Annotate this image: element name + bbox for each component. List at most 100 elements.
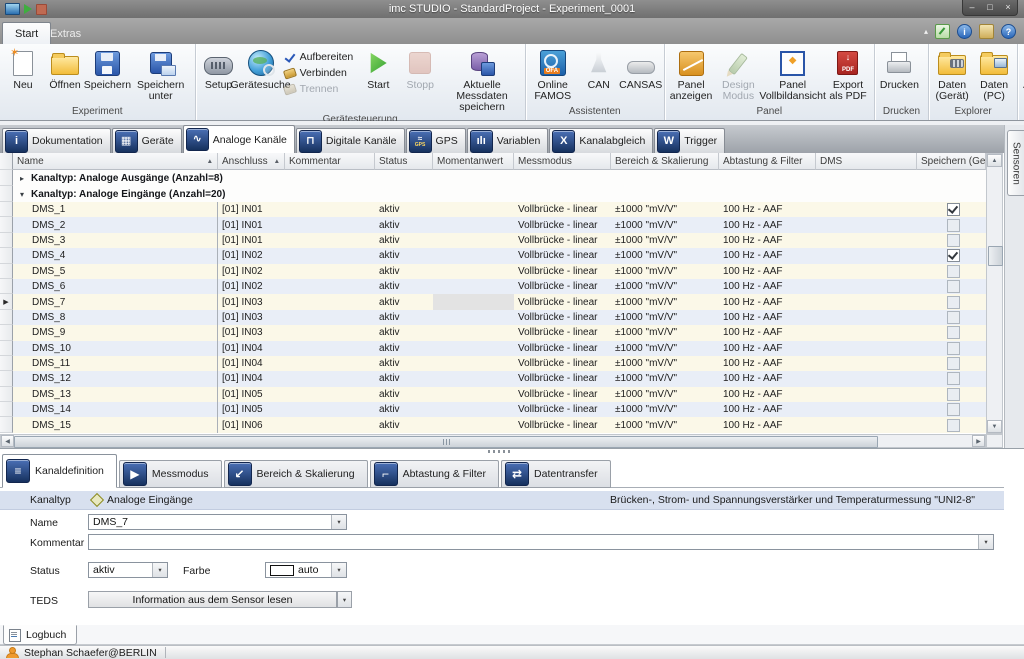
group-row[interactable]: ▾Kanaltyp: Analoge Eingänge (Anzahl=20) bbox=[0, 186, 986, 202]
minimize-button[interactable]: – bbox=[963, 0, 981, 15]
scroll-down-button[interactable]: ▼ bbox=[987, 420, 1002, 433]
table-row-dms-12[interactable]: DMS_12[01] IN04aktivVollbrücke - linear±… bbox=[0, 371, 986, 386]
scroll-left-button[interactable]: ◀ bbox=[1, 435, 14, 447]
detail-tab-messmodus[interactable]: ▶Messmodus bbox=[119, 460, 222, 488]
speichern-checkbox[interactable] bbox=[947, 280, 960, 293]
ribbon-button-aktuelle-messdaten-speichern[interactable]: Aktuelle Messdaten speichern bbox=[441, 46, 522, 114]
ribbon-button-verbinden[interactable]: Verbinden bbox=[284, 66, 354, 79]
table-row-dms-1[interactable]: DMS_1[01] IN01aktivVollbrücke - linear±1… bbox=[0, 202, 986, 217]
tab-analoge-kan-le[interactable]: ∿Analoge Kanäle bbox=[183, 125, 295, 153]
table-row-dms-7[interactable]: ▶DMS_7[01] IN03aktivVollbrücke - linear±… bbox=[0, 294, 986, 309]
ribbon-button-speichern-unter[interactable]: Speichern unter bbox=[129, 46, 193, 103]
table-row-dms-11[interactable]: DMS_11[01] IN04aktivVollbrücke - linear±… bbox=[0, 356, 986, 371]
ribbon-button-daten-pc[interactable]: Daten (PC) bbox=[973, 46, 1015, 103]
ribbon-button-start[interactable]: Start bbox=[357, 46, 399, 92]
scroll-up-button[interactable]: ▲ bbox=[987, 154, 1002, 167]
vertical-scroll-thumb[interactable] bbox=[988, 246, 1003, 266]
column-header-anschluss[interactable]: Anschluss▲ bbox=[218, 153, 285, 170]
speichern-checkbox[interactable] bbox=[947, 403, 960, 416]
table-row-dms-3[interactable]: DMS_3[01] IN01aktivVollbrücke - linear±1… bbox=[0, 233, 986, 248]
ribbon-button-neu[interactable]: Neu bbox=[2, 46, 44, 92]
speichern-checkbox[interactable] bbox=[947, 203, 960, 216]
name-combobox[interactable]: DMS_7 ▾ bbox=[88, 514, 347, 530]
table-row-dms-15[interactable]: DMS_15[01] IN06aktivVollbrücke - linear±… bbox=[0, 417, 986, 432]
ribbon-button-panel-vollbildansicht[interactable]: Panel Vollbildansicht bbox=[761, 46, 824, 103]
tab-logbuch[interactable]: Logbuch bbox=[3, 625, 77, 645]
maximize-button[interactable]: □ bbox=[981, 0, 999, 15]
collapse-ribbon-icon[interactable]: ▴ bbox=[924, 27, 928, 36]
expand-group-icon[interactable]: ▸ bbox=[20, 174, 24, 183]
ribbon-button-can[interactable]: CAN bbox=[578, 46, 620, 92]
tab-dokumentation[interactable]: iDokumentation bbox=[2, 128, 111, 153]
detail-tab-datentransfer[interactable]: ⇄Datentransfer bbox=[501, 460, 611, 488]
horizontal-scrollbar[interactable]: ◀▶ bbox=[0, 434, 986, 448]
tab-kanalabgleich[interactable]: XKanalabgleich bbox=[549, 128, 653, 153]
speichern-checkbox[interactable] bbox=[947, 296, 960, 309]
speichern-checkbox[interactable] bbox=[947, 219, 960, 232]
table-row-dms-6[interactable]: DMS_6[01] IN02aktivVollbrücke - linear±1… bbox=[0, 279, 986, 294]
status-combobox[interactable]: aktiv ▾ bbox=[88, 562, 168, 578]
chevron-down-icon[interactable]: ▾ bbox=[152, 563, 167, 577]
detail-tab-abtastung-filter[interactable]: ⌐Abtastung & Filter bbox=[370, 460, 499, 488]
speichern-checkbox[interactable] bbox=[947, 311, 960, 324]
column-header-name[interactable]: Name▲ bbox=[13, 153, 218, 170]
info-icon[interactable]: i bbox=[957, 24, 972, 39]
group-row[interactable]: ▸Kanaltyp: Analoge Ausgänge (Anzahl=8) bbox=[0, 170, 986, 186]
ribbon-button-export-als-pdf[interactable]: Export als PDF bbox=[824, 46, 872, 103]
speichern-checkbox[interactable] bbox=[947, 357, 960, 370]
detail-tab-bereich-skalierung[interactable]: ↙Bereich & Skalierung bbox=[224, 460, 368, 488]
column-header-abtastung-filter[interactable]: Abtastung & Filter bbox=[719, 153, 816, 170]
speichern-checkbox[interactable] bbox=[947, 342, 960, 355]
column-header-messmodus[interactable]: Messmodus bbox=[514, 153, 611, 170]
speichern-checkbox[interactable] bbox=[947, 249, 960, 262]
table-row-dms-9[interactable]: DMS_9[01] IN03aktivVollbrücke - linear±1… bbox=[0, 325, 986, 340]
ribbon-button-panel-anzeigen[interactable]: Panel anzeigen bbox=[667, 46, 716, 103]
ribbon-button-daten-ger-t[interactable]: Daten (Gerät) bbox=[931, 46, 973, 103]
table-row-dms-13[interactable]: DMS_13[01] IN05aktivVollbrücke - linear±… bbox=[0, 387, 986, 402]
permissions-icon[interactable] bbox=[979, 24, 994, 39]
column-header-momentanwert[interactable]: Momentanwert bbox=[433, 153, 514, 170]
tab-digitale-kan-le[interactable]: ⊓Digitale Kanäle bbox=[296, 128, 405, 153]
ribbon-button-aufbereiten[interactable]: Aufbereiten bbox=[284, 50, 354, 63]
farbe-combobox[interactable]: auto ▾ bbox=[265, 562, 347, 578]
table-row-dms-8[interactable]: DMS_8[01] IN03aktivVollbrücke - linear±1… bbox=[0, 310, 986, 325]
tab-trigger[interactable]: WTrigger bbox=[654, 128, 725, 153]
edit-icon[interactable] bbox=[935, 24, 950, 39]
tab-variablen[interactable]: ılıVariablen bbox=[467, 128, 549, 153]
kommentar-combobox[interactable]: ▾ bbox=[88, 534, 994, 550]
column-header-status[interactable]: Status bbox=[375, 153, 433, 170]
tab-gps[interactable]: ≈GPSGPS bbox=[406, 128, 466, 153]
table-row-dms-2[interactable]: DMS_2[01] IN01aktivVollbrücke - linear±1… bbox=[0, 217, 986, 232]
tab-sensoren[interactable]: Sensoren bbox=[1007, 130, 1024, 196]
ribbon-tab-extras[interactable]: Extras bbox=[38, 23, 93, 44]
speichern-checkbox[interactable] bbox=[947, 234, 960, 247]
ribbon-button-drucken[interactable]: Drucken bbox=[877, 46, 922, 92]
column-header-dms[interactable]: DMS bbox=[816, 153, 917, 170]
chevron-down-icon[interactable]: ▾ bbox=[978, 535, 993, 549]
ribbon-button-ger-tesuche[interactable]: Gerätesuche bbox=[240, 46, 282, 92]
chevron-down-icon[interactable]: ▾ bbox=[331, 515, 346, 529]
table-row-dms-10[interactable]: DMS_10[01] IN04aktivVollbrücke - linear±… bbox=[0, 341, 986, 356]
table-row-dms-14[interactable]: DMS_14[01] IN05aktivVollbrücke - linear±… bbox=[0, 402, 986, 417]
tab-ger-te[interactable]: ▦Geräte bbox=[112, 128, 182, 153]
ribbon-button-online-famos[interactable]: Online FAMOS bbox=[528, 46, 578, 103]
ribbon-button-ffnen[interactable]: Öffnen bbox=[44, 46, 86, 92]
table-row-dms-5[interactable]: DMS_5[01] IN02aktivVollbrücke - linear±1… bbox=[0, 264, 986, 279]
teds-read-sensor-button[interactable]: Information aus dem Sensor lesen bbox=[88, 591, 337, 608]
collapse-group-icon[interactable]: ▾ bbox=[20, 190, 24, 199]
splitter-grip[interactable] bbox=[488, 450, 510, 453]
close-button[interactable]: × bbox=[999, 0, 1017, 15]
ribbon-button-auswahl[interactable]: Auswahl bbox=[1020, 46, 1024, 92]
column-header-speichern-ger-t[interactable]: Speichern (Gerät) bbox=[917, 153, 986, 170]
table-row-dms-4[interactable]: DMS_4[01] IN02aktivVollbrücke - linear±1… bbox=[0, 248, 986, 263]
horizontal-scroll-thumb[interactable] bbox=[14, 436, 878, 448]
speichern-checkbox[interactable] bbox=[947, 388, 960, 401]
vertical-scrollbar[interactable]: ▲▼ bbox=[986, 153, 1003, 434]
speichern-checkbox[interactable] bbox=[947, 326, 960, 339]
speichern-checkbox[interactable] bbox=[947, 419, 960, 432]
detail-tab-kanaldefinition[interactable]: ≡Kanaldefinition bbox=[2, 454, 117, 488]
help-icon[interactable]: ? bbox=[1001, 24, 1016, 39]
ribbon-button-speichern[interactable]: Speichern bbox=[86, 46, 129, 92]
speichern-checkbox[interactable] bbox=[947, 265, 960, 278]
scroll-right-button[interactable]: ▶ bbox=[972, 435, 985, 447]
